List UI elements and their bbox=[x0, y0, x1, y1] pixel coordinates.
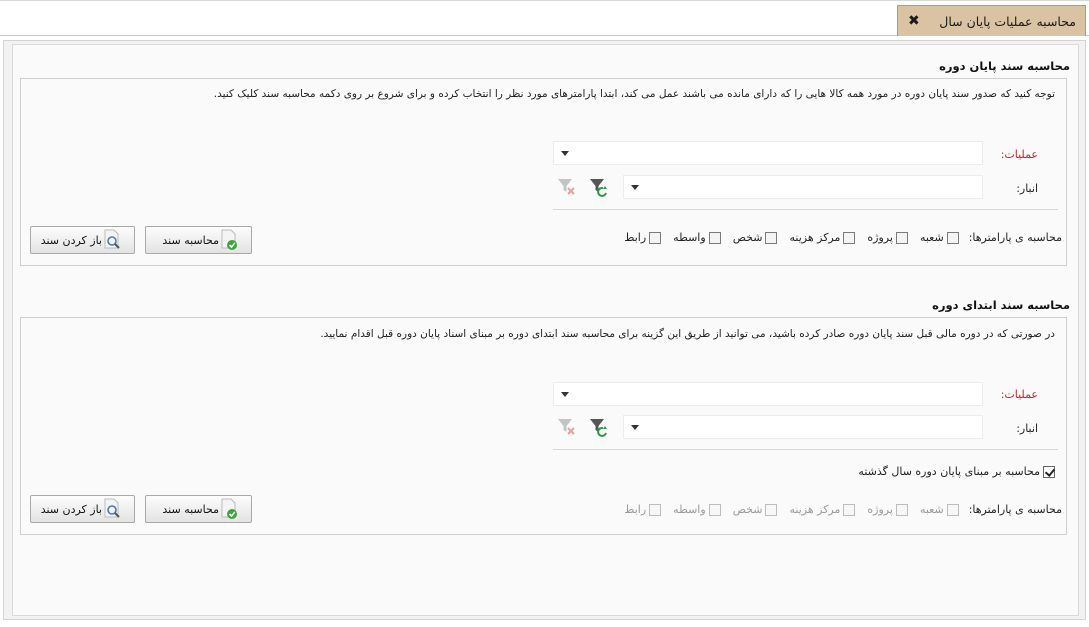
calc-document-button[interactable]: محاسبه سند bbox=[145, 226, 252, 254]
param-label: رابط bbox=[624, 503, 647, 516]
param-label: واسطه bbox=[673, 503, 706, 516]
chevron-down-icon bbox=[561, 151, 569, 156]
chevron-down-icon bbox=[561, 392, 569, 397]
section2-title: محاسبه سند ابتدای دوره bbox=[932, 298, 1070, 312]
param-label: شخص bbox=[732, 503, 763, 516]
param-branch[interactable]: شعبه bbox=[920, 231, 959, 244]
param-liaison[interactable]: رابط bbox=[624, 231, 662, 244]
tab-title: محاسبه عملیات پایان سال bbox=[939, 13, 1076, 29]
prev-year-option[interactable]: محاسبه بر مبنای پایان دوره سال گذشته bbox=[858, 465, 1055, 478]
content-frame: محاسبه سند پایان دوره توجه کنید که صدور … bbox=[3, 40, 1086, 620]
prev-year-label: محاسبه بر مبنای پایان دوره سال گذشته bbox=[858, 465, 1040, 478]
param-label: مرکز هزینه bbox=[789, 503, 841, 516]
checkbox[interactable] bbox=[895, 231, 908, 244]
section1-fieldset: توجه کنید که صدور سند پایان دوره در مورد… bbox=[20, 78, 1067, 266]
section1-divider bbox=[553, 209, 1058, 210]
param-label: شعبه bbox=[919, 503, 944, 516]
operations-select[interactable] bbox=[553, 382, 983, 406]
document-search-icon bbox=[104, 498, 120, 518]
param-label: پروژه bbox=[867, 503, 893, 516]
calc-document-button[interactable]: محاسبه سند bbox=[145, 495, 252, 523]
warehouse-select[interactable] bbox=[623, 175, 983, 199]
params-label: محاسبه ی پارامترها: bbox=[968, 503, 1062, 516]
section1-title: محاسبه سند پایان دوره bbox=[939, 59, 1070, 73]
open-document-label: باز کردن سند bbox=[40, 502, 102, 516]
filter-refresh-icon[interactable] bbox=[589, 417, 609, 437]
calc-document-label: محاسبه سند bbox=[162, 233, 219, 247]
params-label: محاسبه ی پارامترها: bbox=[968, 231, 1062, 244]
warehouse-label: انبار: bbox=[1016, 182, 1038, 195]
param-label: رابط bbox=[624, 231, 647, 244]
section2-divider bbox=[553, 449, 1058, 450]
open-document-button[interactable]: باز کردن سند bbox=[30, 226, 135, 254]
param-person: شخص bbox=[733, 503, 778, 516]
checkbox bbox=[649, 503, 662, 516]
param-liaison: رابط bbox=[624, 503, 662, 516]
open-document-label: باز کردن سند bbox=[40, 233, 102, 247]
filter-clear-icon[interactable] bbox=[557, 417, 577, 437]
checkbox bbox=[946, 503, 959, 516]
calc-document-label: محاسبه سند bbox=[162, 502, 219, 516]
param-label: واسطه bbox=[673, 231, 706, 244]
document-search-icon bbox=[104, 229, 120, 249]
tab-year-end[interactable]: محاسبه عملیات پایان سال ✖ bbox=[897, 5, 1086, 36]
operations-select[interactable] bbox=[553, 141, 983, 165]
param-cost-center[interactable]: مرکز هزینه bbox=[789, 231, 856, 244]
checkbox bbox=[708, 503, 721, 516]
checkbox bbox=[843, 503, 856, 516]
param-project: پروژه bbox=[867, 503, 908, 516]
section2-fieldset: در صورتی که در دوره مالی قبل سند پایان د… bbox=[20, 317, 1067, 535]
param-project[interactable]: پروژه bbox=[867, 231, 908, 244]
checkbox bbox=[895, 503, 908, 516]
checkbox[interactable] bbox=[946, 231, 959, 244]
document-check-icon bbox=[221, 229, 237, 250]
operations-label: عملیات: bbox=[1000, 148, 1038, 161]
param-intermediary[interactable]: واسطه bbox=[673, 231, 721, 244]
section2-params: محاسبه ی پارامترها: شعبه پروژه مرکز هزین… bbox=[612, 503, 1062, 516]
checkbox[interactable] bbox=[649, 231, 662, 244]
document-check-icon bbox=[221, 498, 237, 519]
checkbox[interactable] bbox=[765, 231, 778, 244]
content-panel: محاسبه سند پایان دوره توجه کنید که صدور … bbox=[12, 44, 1079, 616]
filter-clear-icon[interactable] bbox=[557, 177, 577, 197]
operations-label: عملیات: bbox=[1000, 388, 1038, 401]
open-document-button[interactable]: باز کردن سند bbox=[30, 495, 135, 523]
prev-year-checkbox[interactable] bbox=[1043, 465, 1055, 478]
warehouse-label: انبار: bbox=[1016, 422, 1038, 435]
param-intermediary: واسطه bbox=[673, 503, 721, 516]
checkbox bbox=[765, 503, 778, 516]
warehouse-select[interactable] bbox=[623, 415, 983, 439]
param-label: مرکز هزینه bbox=[789, 231, 841, 244]
section2-note: در صورتی که در دوره مالی قبل سند پایان د… bbox=[320, 328, 1055, 340]
param-label: پروژه bbox=[867, 231, 893, 244]
checkbox[interactable] bbox=[708, 231, 721, 244]
checkbox[interactable] bbox=[843, 231, 856, 244]
param-label: شخص bbox=[732, 231, 763, 244]
param-branch: شعبه bbox=[920, 503, 959, 516]
param-label: شعبه bbox=[919, 231, 944, 244]
close-icon[interactable]: ✖ bbox=[908, 14, 920, 28]
chevron-down-icon bbox=[631, 185, 639, 190]
section1-note: توجه کنید که صدور سند پایان دوره در مورد… bbox=[213, 88, 1055, 100]
chevron-down-icon bbox=[631, 425, 639, 430]
param-cost-center: مرکز هزینه bbox=[789, 503, 856, 516]
filter-refresh-icon[interactable] bbox=[589, 177, 609, 197]
section1-params: محاسبه ی پارامترها: شعبه پروژه مرکز هزین… bbox=[612, 231, 1062, 244]
tab-bar: محاسبه عملیات پایان سال ✖ bbox=[0, 0, 1089, 36]
param-person[interactable]: شخص bbox=[733, 231, 778, 244]
